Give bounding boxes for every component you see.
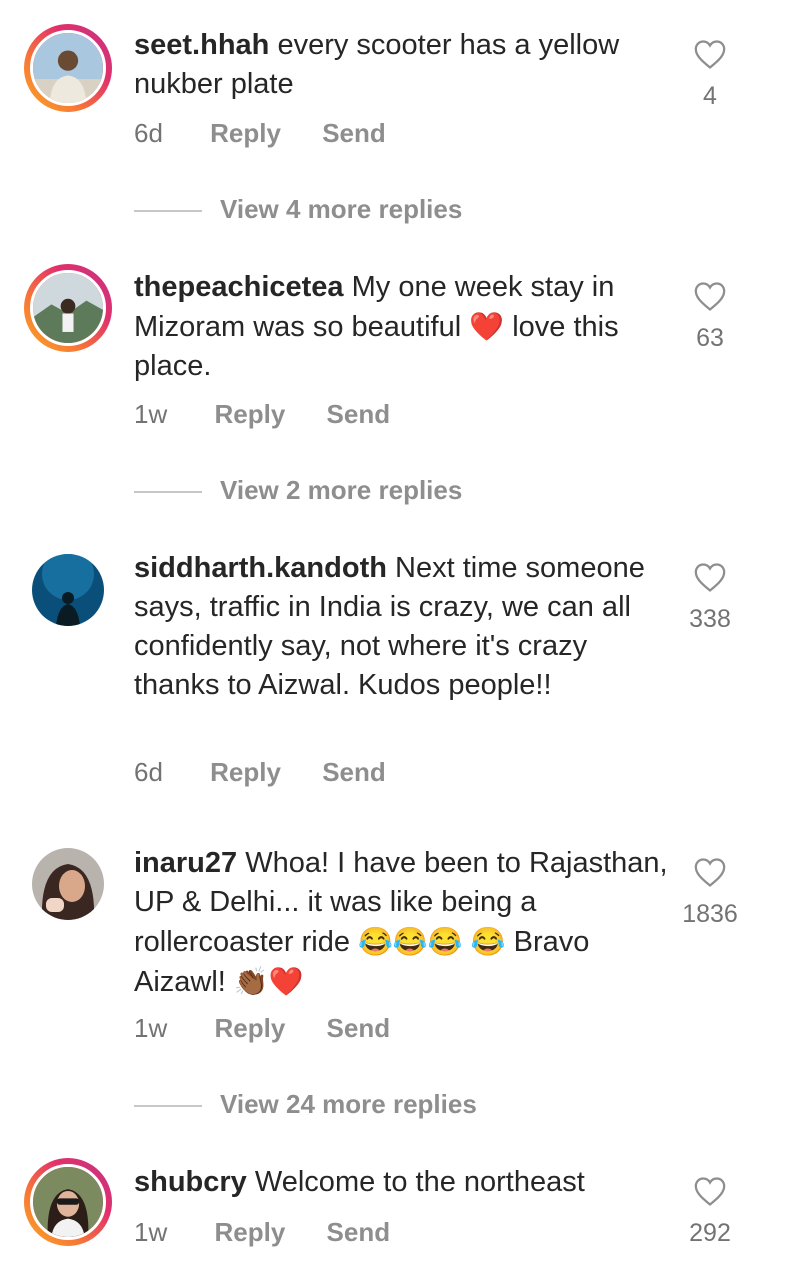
- reply-button[interactable]: Reply: [214, 1217, 285, 1248]
- like-count: 1836: [682, 900, 738, 928]
- like-count: 292: [689, 1219, 731, 1247]
- comment-timestamp: 1w: [134, 1013, 168, 1043]
- reply-button[interactable]: Reply: [214, 399, 285, 430]
- heart-icon[interactable]: [693, 856, 727, 888]
- like-group: 292: [675, 1175, 745, 1248]
- comment-username[interactable]: thepeachicetea: [134, 271, 344, 303]
- comment-timestamp: 6d: [134, 118, 163, 148]
- laughing-emoji: 😂😂😂: [358, 926, 463, 957]
- comment-actions: 6d Reply Send: [134, 757, 386, 788]
- replies-divider: [134, 491, 202, 494]
- send-button[interactable]: Send: [327, 1217, 391, 1248]
- comment-text: seet.hhah every scooter has a yellow nuk…: [134, 26, 674, 104]
- reply-button[interactable]: Reply: [210, 118, 281, 149]
- heart-emoji: ❤️: [469, 311, 505, 342]
- view-replies-label: View 4 more replies: [220, 194, 463, 224]
- replies-divider: [134, 1105, 202, 1108]
- avatar-image: [30, 270, 106, 346]
- comment-body: Welcome to the northeast: [254, 1166, 585, 1198]
- avatar[interactable]: [24, 24, 112, 112]
- comment-actions: 1w Reply Send: [134, 1217, 390, 1248]
- view-replies-button[interactable]: View 24 more replies: [134, 1089, 477, 1120]
- comment-username[interactable]: shubcry: [134, 1166, 247, 1198]
- reply-button[interactable]: Reply: [210, 757, 281, 788]
- avatar[interactable]: [24, 546, 112, 634]
- comment-actions: 1w Reply Send: [134, 1013, 390, 1044]
- like-group: 63: [675, 280, 745, 353]
- laughing-emoji: 😂: [470, 926, 506, 957]
- view-replies-label: View 24 more replies: [220, 1089, 477, 1119]
- comment-actions: 6d Reply Send: [134, 118, 386, 149]
- send-button[interactable]: Send: [327, 1013, 391, 1044]
- avatar-image: [30, 1164, 106, 1240]
- comment-text: thepeachicetea My one week stay in Mizor…: [134, 268, 674, 386]
- heart-icon[interactable]: [693, 38, 727, 70]
- like-count: 4: [703, 82, 717, 110]
- heart-icon[interactable]: [693, 280, 727, 312]
- replies-divider: [134, 210, 202, 213]
- comment-text: shubcry Welcome to the northeast: [134, 1163, 674, 1202]
- like-count: 338: [689, 605, 731, 633]
- avatar-image: [32, 554, 104, 626]
- avatar-image: [32, 848, 104, 920]
- send-button[interactable]: Send: [322, 757, 386, 788]
- view-replies-button[interactable]: View 2 more replies: [134, 475, 462, 506]
- send-button[interactable]: Send: [322, 118, 386, 149]
- heart-icon[interactable]: [693, 561, 727, 593]
- heart-icon[interactable]: [693, 1175, 727, 1207]
- comment-timestamp: 1w: [134, 399, 168, 429]
- comment-text: siddharth.kandoth Next time someone says…: [134, 549, 674, 705]
- avatar[interactable]: [24, 1158, 112, 1246]
- avatar[interactable]: [24, 840, 112, 928]
- comment-timestamp: 6d: [134, 757, 163, 787]
- view-replies-label: View 2 more replies: [220, 475, 463, 505]
- like-group: 1836: [675, 856, 745, 929]
- like-group: 4: [675, 38, 745, 111]
- comment-timestamp: 1w: [134, 1217, 168, 1247]
- comment-username[interactable]: inaru27: [134, 847, 237, 879]
- comment-actions: 1w Reply Send: [134, 399, 390, 430]
- like-group: 338: [675, 561, 745, 634]
- comment-text: inaru27 Whoa! I have been to Rajasthan, …: [134, 844, 674, 1002]
- avatar-image: [30, 30, 106, 106]
- reply-button[interactable]: Reply: [214, 1013, 285, 1044]
- clap-heart-emoji: 👏🏾❤️: [233, 966, 304, 997]
- comment-username[interactable]: siddharth.kandoth: [134, 552, 387, 584]
- send-button[interactable]: Send: [327, 399, 391, 430]
- comment-username[interactable]: seet.hhah: [134, 29, 269, 61]
- view-replies-button[interactable]: View 4 more replies: [134, 194, 462, 225]
- like-count: 63: [696, 324, 724, 352]
- avatar[interactable]: [24, 264, 112, 352]
